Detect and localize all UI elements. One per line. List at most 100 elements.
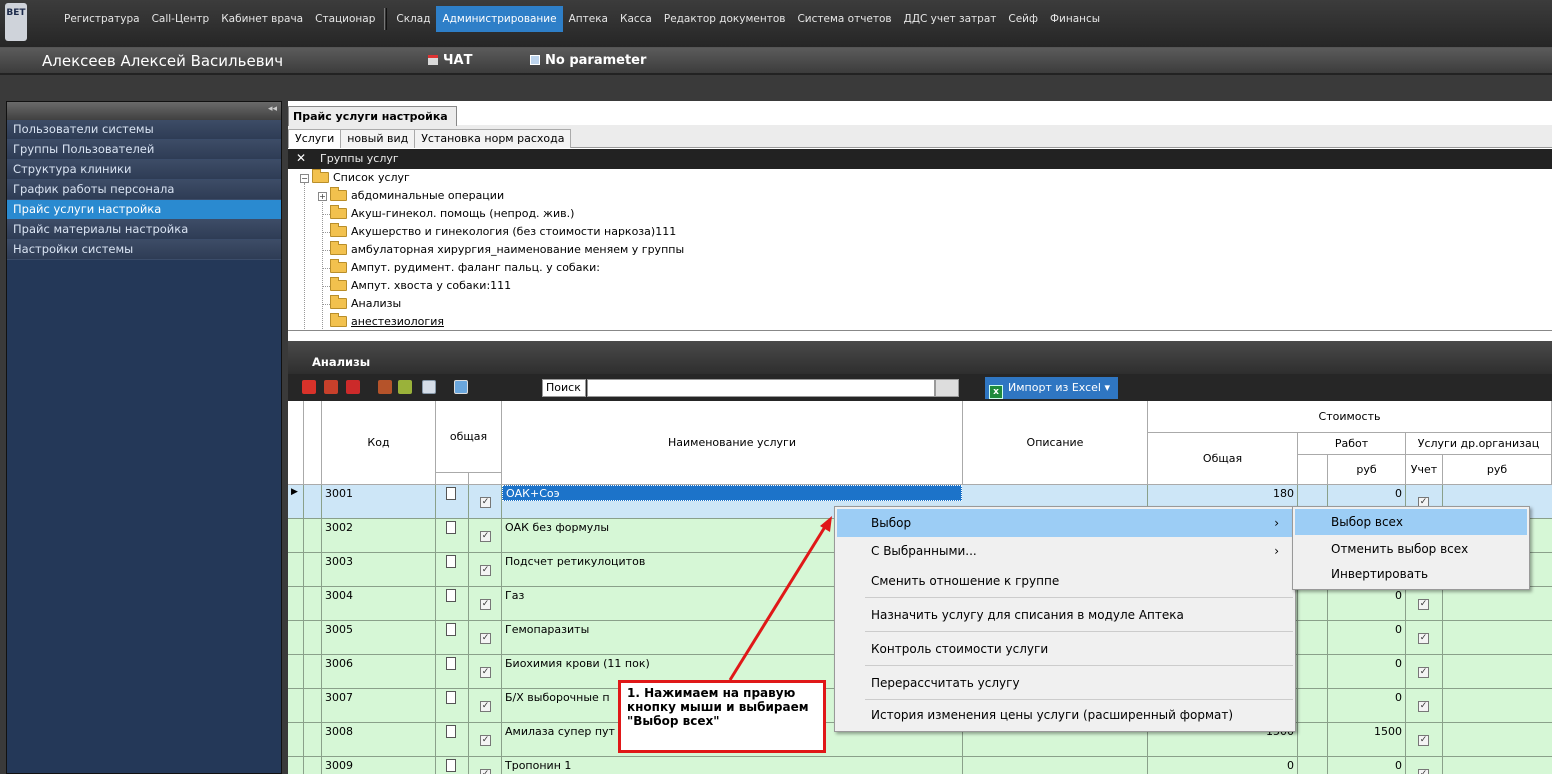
sidebar-item-system-settings[interactable]: Настройки системы — [7, 240, 281, 260]
menu-item-deselect-all[interactable]: Отменить выбор всех — [1295, 536, 1527, 562]
checkbox[interactable]: ✓ — [480, 599, 491, 610]
tree-item[interactable]: анестезиология — [330, 313, 444, 330]
checkbox[interactable]: ✓ — [1418, 735, 1429, 746]
collapse-node-icon[interactable]: − — [300, 174, 309, 183]
checkbox[interactable]: ✓ — [480, 531, 491, 542]
tree-item[interactable]: Ампут. рудимент. фаланг пальц. у собаки: — [330, 259, 600, 277]
sidebar-item-clinic-structure[interactable]: Структура клиники — [7, 160, 281, 180]
close-icon[interactable]: ✕ — [296, 151, 306, 165]
menu-separator — [384, 8, 388, 30]
calculator-icon — [530, 55, 540, 65]
header-description[interactable]: Описание — [963, 401, 1148, 485]
add-icon[interactable] — [302, 380, 316, 394]
checkbox[interactable]: ✓ — [480, 565, 491, 576]
menu-pharmacy[interactable]: Аптека — [563, 6, 614, 32]
checkbox[interactable]: ✓ — [1418, 701, 1429, 712]
sidebar-item-service-price[interactable]: Прайс услуги настройка — [7, 200, 281, 220]
service-group-tree: − Список услуг + абдоминальные операции … — [288, 169, 1552, 331]
tree-item[interactable]: Акушерство и гинекология (без стоимости … — [330, 223, 676, 241]
package-icon[interactable] — [378, 380, 392, 394]
menu-registry[interactable]: Регистратура — [58, 6, 146, 32]
sidebar-item-user-groups[interactable]: Группы Пользователей — [7, 140, 281, 160]
expand-node-icon[interactable]: + — [318, 192, 327, 201]
parameter-button[interactable]: No parameter — [530, 53, 646, 68]
menu-cashflow[interactable]: ДДС учет затрат — [898, 6, 1003, 32]
menu-doctor-office[interactable]: Кабинет врача — [215, 6, 309, 32]
menu-finance[interactable]: Финансы — [1044, 6, 1106, 32]
checkbox[interactable]: ✓ — [480, 667, 491, 678]
header-work[interactable]: Работ — [1298, 433, 1406, 455]
tab-consumption-norms[interactable]: Установка норм расхода — [414, 129, 572, 148]
document-icon[interactable] — [446, 589, 456, 602]
search-input[interactable] — [587, 379, 935, 397]
import-excel-button[interactable]: x Импорт из Excel ▾ — [985, 377, 1118, 399]
document-icon[interactable] — [446, 521, 456, 534]
chat-button[interactable]: ЧАТ — [428, 53, 472, 68]
edit-icon[interactable] — [324, 380, 338, 394]
chevron-right-icon: › — [1274, 516, 1279, 530]
package-green-icon[interactable] — [398, 380, 412, 394]
tab-new-view[interactable]: новый вид — [340, 129, 416, 148]
folder-icon — [312, 169, 329, 183]
checkbox[interactable]: ✓ — [480, 701, 491, 712]
menu-item-change-group[interactable]: Сменить отношение к группе — [837, 567, 1293, 595]
document-icon[interactable] — [446, 623, 456, 636]
checkbox[interactable]: ✓ — [480, 735, 491, 746]
cell-code: 3008 — [322, 723, 436, 757]
menu-doc-editor[interactable]: Редактор документов — [658, 6, 792, 32]
menu-reports[interactable]: Система отчетов — [791, 6, 897, 32]
menu-hospital[interactable]: Стационар — [309, 6, 381, 32]
menu-item-price-history[interactable]: История изменения цены услуги (расширенн… — [837, 701, 1293, 729]
menu-item-assign-pharmacy[interactable]: Назначить услугу для списания в модуле А… — [837, 601, 1293, 629]
menu-item-invert[interactable]: Инвертировать — [1295, 561, 1527, 587]
sidebar-item-materials-price[interactable]: Прайс материалы настройка — [7, 220, 281, 240]
checkbox[interactable]: ✓ — [1418, 633, 1429, 644]
document-icon[interactable] — [446, 487, 456, 500]
collapse-icon[interactable]: ◂◂ — [268, 104, 277, 114]
cell-work: 0 — [1328, 655, 1406, 689]
checkbox[interactable]: ✓ — [1418, 599, 1429, 610]
document-icon[interactable] — [446, 657, 456, 670]
header-other-org[interactable]: Услуги др.организац — [1406, 433, 1552, 455]
tab-service-price[interactable]: Прайс услуги настройка — [288, 106, 457, 126]
menu-call-center[interactable]: Call-Центр — [146, 6, 216, 32]
delete-icon[interactable] — [346, 380, 360, 394]
header-service-name[interactable]: Наименование услуги — [502, 401, 963, 485]
menu-cashier[interactable]: Касса — [614, 6, 658, 32]
header-general[interactable]: общая — [436, 401, 502, 473]
document-icon[interactable] — [446, 759, 456, 772]
tree-item[interactable]: амбулаторная хирургия_наименование меняе… — [330, 241, 684, 259]
menu-separator — [865, 631, 1293, 632]
sidebar-item-staff-schedule[interactable]: График работы персонала — [7, 180, 281, 200]
search-icon[interactable] — [935, 379, 959, 397]
menu-item-select-all[interactable]: Выбор всех — [1295, 509, 1527, 535]
menu-item-recalculate[interactable]: Перерассчитать услугу — [837, 669, 1293, 697]
tree-item[interactable]: Акуш-гинекол. помощь (непрод. жив.) — [330, 205, 574, 223]
menu-administration[interactable]: Администрирование — [436, 6, 563, 32]
document-icon[interactable] — [446, 725, 456, 738]
header-code[interactable]: Код — [322, 401, 436, 485]
checkbox[interactable]: ✓ — [480, 769, 491, 774]
monitor-icon[interactable] — [454, 380, 468, 394]
tab-services[interactable]: Услуги — [288, 129, 342, 148]
checkbox[interactable]: ✓ — [1418, 769, 1429, 774]
checkbox[interactable]: ✓ — [480, 497, 491, 508]
document-icon[interactable] — [446, 555, 456, 568]
tree-root[interactable]: Список услуг — [312, 169, 410, 187]
menu-warehouse[interactable]: Склад — [390, 6, 436, 32]
header-total[interactable]: Общая — [1148, 433, 1298, 485]
checkbox[interactable]: ✓ — [1418, 667, 1429, 678]
tree-item[interactable]: Ампут. хвоста у собаки:111 — [330, 277, 511, 295]
document-icon[interactable] — [446, 691, 456, 704]
checkbox[interactable]: ✓ — [480, 633, 491, 644]
menu-item-with-selected[interactable]: С Выбранными... › — [837, 537, 1293, 565]
menu-item-price-control[interactable]: Контроль стоимости услуги — [837, 635, 1293, 663]
tree-item[interactable]: Анализы — [330, 295, 401, 313]
table-row[interactable]: 3009 ✓ Тропонин 1 0 0 ✓ — [288, 757, 1552, 774]
app-window: BET Регистратура Call-Центр Кабинет врач… — [0, 0, 1552, 774]
sidebar-item-users[interactable]: Пользователи системы — [7, 120, 281, 140]
menu-item-select[interactable]: Выбор › — [837, 509, 1293, 537]
menu-safe[interactable]: Сейф — [1002, 6, 1044, 32]
copy-icon[interactable] — [422, 380, 436, 394]
tree-item[interactable]: абдоминальные операции — [330, 187, 504, 205]
